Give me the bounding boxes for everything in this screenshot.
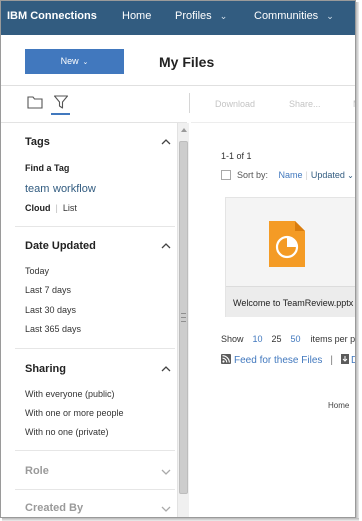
section-divider — [15, 489, 175, 490]
chevron-down-icon[interactable] — [161, 505, 171, 513]
select-all-checkbox[interactable] — [221, 170, 231, 180]
filter-icon[interactable] — [53, 95, 69, 109]
items-per-page-label: items per pa — [310, 334, 356, 344]
nav-home[interactable]: Home — [122, 10, 151, 22]
section-divider — [15, 226, 175, 227]
show-label: Show — [221, 334, 244, 344]
scrollbar-thumb[interactable] — [179, 141, 188, 494]
sharing-filter-private[interactable]: With no one (private) — [25, 427, 109, 437]
nav-profiles[interactable]: Profiles ⌄ — [175, 10, 227, 22]
sort-by-name[interactable]: Name — [279, 170, 303, 180]
top-nav: IBM Connections Home Profiles ⌄ Communiti… — [1, 1, 355, 35]
file-name[interactable]: Welcome to TeamReview.pptx — [233, 298, 353, 308]
grip-icon — [181, 313, 186, 322]
nav-profiles-label: Profiles — [175, 10, 212, 22]
download-icon — [340, 354, 349, 364]
sharing-filter-people[interactable]: With one or more people — [25, 408, 124, 418]
date-filter-7-days[interactable]: Last 7 days — [25, 285, 71, 295]
tag-team[interactable]: team — [25, 183, 49, 195]
sort-bar: Sort by: Name|Updated ⌄|Vi — [221, 170, 355, 180]
share-button[interactable]: Share... — [289, 99, 321, 109]
chevron-up-icon[interactable] — [161, 242, 171, 250]
chevron-down-icon: ⌄ — [344, 171, 354, 180]
window-shadow — [356, 2, 359, 520]
presentation-file-icon — [269, 221, 305, 267]
date-filter-30-days[interactable]: Last 30 days — [25, 305, 76, 315]
folder-icon[interactable] — [27, 95, 43, 109]
files-header: New ⌄ My Files — [1, 35, 355, 85]
date-updated-section-title[interactable]: Date Updated — [25, 240, 96, 252]
chevron-down-icon: ⌄ — [219, 11, 228, 21]
page-size-25[interactable]: 25 — [272, 334, 282, 344]
sort-separator: | — [305, 170, 308, 180]
tags-section-title[interactable]: Tags — [25, 136, 50, 148]
tag-workflow[interactable]: workflow — [53, 183, 96, 195]
new-button-label: New — [60, 56, 79, 66]
chevron-down-icon: ⌄ — [326, 11, 334, 21]
page-size-10[interactable]: 10 — [253, 334, 263, 344]
app-window: IBM Connections Home Profiles ⌄ Communiti… — [0, 0, 356, 518]
brand-logo[interactable]: IBM Connections — [7, 10, 97, 22]
tag-view-toggle: Cloud | List — [25, 203, 77, 213]
created-by-section-title[interactable]: Created By — [25, 502, 83, 514]
toolbar-divider — [189, 93, 190, 113]
role-section-title[interactable]: Role — [25, 465, 49, 477]
page-size-selector: Show 10 25 50 items per pa — [221, 334, 356, 344]
file-list: 1-1 of 1 Sort by: Name|Updated ⌄|Vi Welc… — [191, 123, 356, 517]
sort-by-updated[interactable]: Updated ⌄ — [311, 170, 354, 180]
chevron-up-icon[interactable] — [161, 365, 171, 373]
toolbar: Download Share... M — [1, 86, 355, 122]
download-button[interactable]: Download — [215, 99, 255, 109]
nav-communities-label: Communities — [254, 10, 319, 22]
nav-communities[interactable]: Communities ⌄ — [254, 10, 334, 22]
toggle-separator: | — [55, 203, 58, 213]
new-button[interactable]: New ⌄ — [25, 49, 124, 74]
page-size-50[interactable]: 50 — [291, 334, 301, 344]
chevron-down-icon: ⌄ — [80, 59, 89, 66]
find-tag-link[interactable]: Find a Tag — [25, 163, 69, 173]
results-count: 1-1 of 1 — [221, 151, 252, 161]
sort-label: Sort by: — [237, 170, 269, 180]
cloud-view-option[interactable]: Cloud — [25, 203, 51, 213]
section-divider — [15, 450, 175, 451]
filter-sidebar: Tags Find a Tag team workflow Cloud | List… — [1, 123, 175, 517]
chevron-up-icon[interactable] — [161, 138, 171, 146]
feed-separator: | — [330, 355, 333, 366]
page-title: My Files — [159, 54, 215, 70]
feed-row: Feed for these Files|Do — [221, 354, 355, 366]
footer-home-link[interactable]: Home — [328, 401, 349, 410]
file-card[interactable]: Welcome to TeamReview.pptx — [225, 197, 355, 317]
sharing-section-title[interactable]: Sharing — [25, 363, 66, 375]
date-filter-today[interactable]: Today — [25, 266, 49, 276]
scroll-up-arrow-icon[interactable] — [180, 127, 188, 133]
chevron-down-icon[interactable] — [161, 468, 171, 476]
date-filter-365-days[interactable]: Last 365 days — [25, 324, 81, 334]
filter-active-indicator — [51, 113, 70, 115]
file-name-bar: Welcome to TeamReview.pptx — [226, 286, 355, 317]
sharing-filter-public[interactable]: With everyone (public) — [25, 389, 115, 399]
section-divider — [15, 348, 175, 349]
sidebar-scrollbar[interactable] — [177, 123, 189, 517]
sort-by-updated-label: Updated — [310, 170, 345, 180]
feed-icon — [221, 354, 231, 364]
list-view-option[interactable]: List — [63, 203, 77, 213]
feed-link[interactable]: Feed for these Files — [234, 355, 322, 366]
